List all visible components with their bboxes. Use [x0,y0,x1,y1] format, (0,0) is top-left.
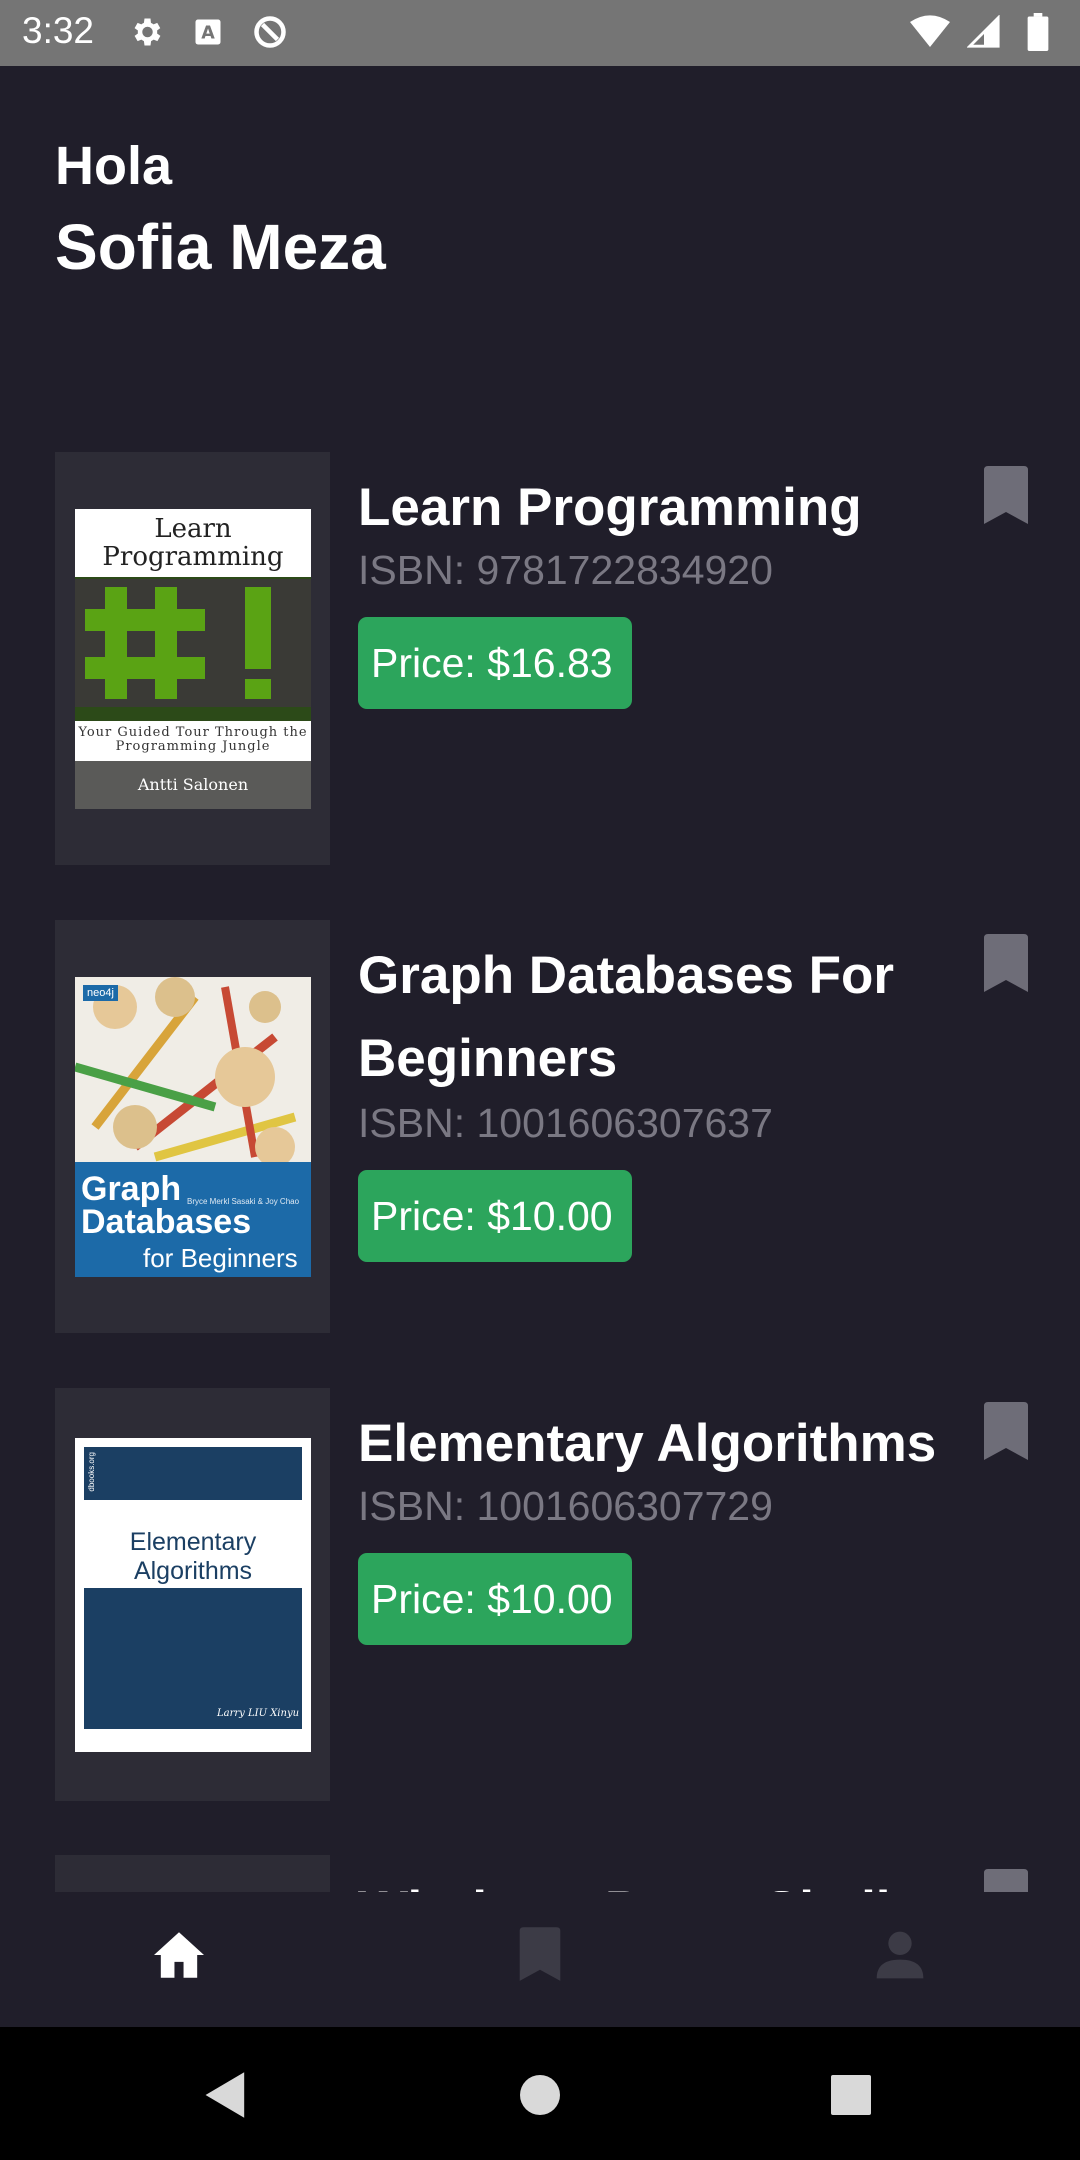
bottom-navigation [0,1892,1080,2027]
back-icon[interactable] [198,2067,254,2123]
home-circle-icon[interactable] [512,2067,568,2123]
book-isbn: ISBN: 9781722834920 [358,547,773,593]
bookmark-icon[interactable] [980,1402,1032,1462]
book-cover-image: Learn Programming Your Guided Tour Throu… [75,509,311,809]
greeting-hello: Hola [55,136,173,196]
cover-author: Larry LIU Xinyu [217,1708,300,1719]
font-a-icon: A [188,12,228,52]
person-icon [876,1931,924,1979]
book-title[interactable]: Windows PowerShell [358,1869,978,1892]
nav-home-tab[interactable] [144,1920,214,1990]
book-title[interactable]: Graph Databases For Beginners [358,934,948,1100]
book-cover-frame[interactable]: dbooks.org Elementary Algorithms Larry L… [55,1388,330,1801]
bookmark-icon[interactable] [980,934,1032,994]
cover-subtitle: for Beginners [143,1243,298,1273]
system-navigation-bar [0,2027,1080,2160]
book-isbn: ISBN: 1001606307637 [358,1100,773,1146]
book-item[interactable]: dbooks.org Elementary Algorithms Larry L… [55,1388,1055,1801]
signal-icon [964,12,1004,52]
gear-icon [126,12,166,52]
data-saver-icon [250,12,290,52]
nav-bookmarks-tab[interactable] [505,1920,575,1990]
cover-art [75,579,311,707]
home-icon [154,1932,204,1978]
bookmark-icon[interactable] [980,1869,1032,1892]
bookmark-icon[interactable] [980,466,1032,526]
price-badge: Price: $10.00 [358,1553,632,1645]
user-name: Sofia Meza [55,211,386,283]
book-cover-image: dbooks.org Elementary Algorithms Larry L… [75,1438,311,1752]
status-icons-right [910,12,1058,52]
book-cover-frame[interactable]: neo4j Bryce Merkl Sasaki & Joy Chao Grap… [55,920,330,1333]
book-cover-frame[interactable] [55,1855,330,1892]
book-title[interactable]: Elementary Algorithms [358,1402,978,1485]
book-list[interactable]: Learn Programming Your Guided Tour Throu… [0,450,1080,1892]
status-icons-left: A [126,12,290,52]
book-cover-image: neo4j Bryce Merkl Sasaki & Joy Chao Grap… [75,977,311,1277]
book-item[interactable]: Learn Programming Your Guided Tour Throu… [55,452,1055,865]
nav-profile-tab[interactable] [865,1920,935,1990]
cover-brand: neo4j [83,985,118,1001]
book-item[interactable]: neo4j Bryce Merkl Sasaki & Joy Chao Grap… [55,920,1055,1333]
book-isbn: ISBN: 1001606307729 [358,1483,773,1529]
price-badge: Price: $16.83 [358,617,632,709]
cover-title: Learn Programming [75,509,311,577]
battery-icon [1018,12,1058,52]
wifi-icon [910,12,950,52]
cover-title: Elementary Algorithms [129,1528,257,1585]
bookmark-icon [519,1927,561,1981]
cover-subtitle: Your Guided Tour Through the Programming… [75,721,311,761]
book-cover-frame[interactable]: Learn Programming Your Guided Tour Throu… [55,452,330,865]
book-title[interactable]: Learn Programming [358,466,948,549]
price-badge: Price: $10.00 [358,1170,632,1262]
cover-side-text: dbooks.org [87,1452,96,1492]
book-item[interactable]: Windows PowerShell [55,1855,1055,1892]
status-time: 3:32 [22,10,95,51]
cover-art [75,977,311,1167]
svg-text:A: A [201,23,215,43]
recents-icon[interactable] [823,2067,879,2123]
cover-author: Antti Salonen [75,761,311,809]
cover-title: Graph Databases [81,1170,252,1241]
status-bar: 3:32 A [0,0,1080,66]
